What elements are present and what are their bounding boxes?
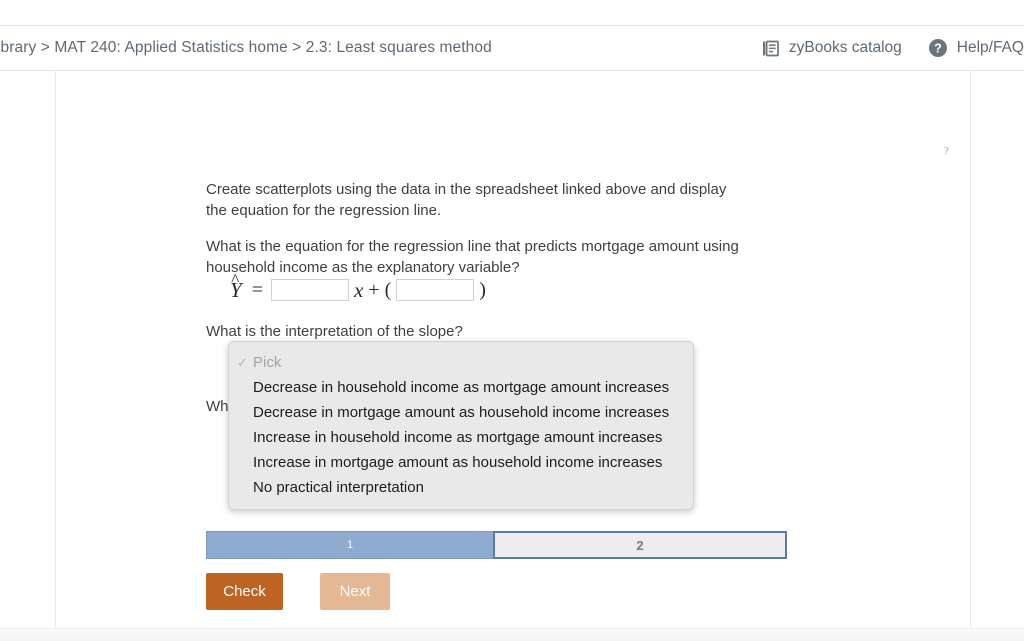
check-icon: ✓ xyxy=(237,354,248,370)
dropdown-option-label: Increase in household income as mortgage… xyxy=(253,429,663,446)
zybooks-catalog-label: zyBooks catalog xyxy=(788,39,902,56)
dropdown-option-label: Pick xyxy=(253,354,282,371)
dropdown-option-label: Decrease in mortgage amount as household… xyxy=(253,404,670,421)
activity-progress-bar: 1 2 xyxy=(206,531,788,559)
progress-segment-label: 1 xyxy=(346,539,354,551)
hat-accent: ^ xyxy=(231,269,240,289)
open-paren: ( xyxy=(384,278,392,301)
progress-segment-2[interactable]: 2 xyxy=(493,531,787,559)
slope-interpretation-question: What is the interpretation of the slope? xyxy=(206,323,463,340)
slope-interpretation-dropdown-menu[interactable]: ✓ Pick Decrease in household income as m… xyxy=(228,341,694,510)
help-faq-link[interactable]: ? Help/FAQ xyxy=(928,38,1024,58)
book-catalog-icon xyxy=(761,39,780,58)
check-button[interactable]: Check xyxy=(206,573,283,610)
left-rail-divider xyxy=(0,71,56,628)
breadcrumb[interactable]: ibrary > MAT 240: Applied Statistics hom… xyxy=(0,39,492,57)
zybooks-catalog-link[interactable]: zyBooks catalog xyxy=(761,39,902,58)
progress-segment-label: 2 xyxy=(636,537,644,553)
body-area: ? Create scatterplots using the data in … xyxy=(0,71,1024,641)
dropdown-option-4[interactable]: Increase in mortgage amount as household… xyxy=(229,450,693,475)
plus-sign: + xyxy=(368,278,380,301)
dropdown-option-pick[interactable]: ✓ Pick xyxy=(229,350,693,375)
dropdown-option-1[interactable]: Decrease in household income as mortgage… xyxy=(229,375,693,400)
action-button-row: Check Next xyxy=(206,573,390,610)
browser-top-strip xyxy=(0,0,1024,26)
question-mark-circle-icon: ? xyxy=(928,38,948,58)
progress-segment-1[interactable]: 1 xyxy=(206,531,494,559)
svg-text:?: ? xyxy=(934,42,942,56)
bottom-strip xyxy=(0,628,1024,641)
dropdown-option-label: Decrease in household income as mortgage… xyxy=(253,379,670,396)
topbar-actions: zyBooks catalog ? Help/FAQ xyxy=(761,38,1024,58)
instruction-paragraph: Create scatterplots using the data in th… xyxy=(206,181,727,219)
dropdown-option-label: Increase in mortgage amount as household… xyxy=(253,454,663,471)
slope-input[interactable] xyxy=(270,279,349,301)
help-faq-label: Help/FAQ xyxy=(956,39,1024,56)
x-variable-symbol: x xyxy=(353,277,364,302)
dropdown-option-2[interactable]: Decrease in mortgage amount as household… xyxy=(229,400,693,425)
close-paren: ) xyxy=(479,278,486,301)
right-rail-divider xyxy=(970,71,1024,628)
topbar: ibrary > MAT 240: Applied Statistics hom… xyxy=(0,26,1024,71)
equals-sign: = xyxy=(251,278,263,301)
regression-equation-row: ^ Y = x + ( ) xyxy=(228,270,486,304)
y-hat-symbol: ^ Y xyxy=(228,270,244,303)
dropdown-option-3[interactable]: Increase in household income as mortgage… xyxy=(229,425,693,450)
intercept-input[interactable] xyxy=(396,279,475,301)
question-paragraph: What is the equation for the regression … xyxy=(206,238,739,276)
zybooks-activity-page: ibrary > MAT 240: Applied Statistics hom… xyxy=(0,0,1024,641)
dropdown-option-5[interactable]: No practical interpretation xyxy=(229,475,693,500)
next-button[interactable]: Next xyxy=(320,573,390,610)
small-question-marker: ? xyxy=(944,145,949,157)
dropdown-option-label: No practical interpretation xyxy=(253,479,424,496)
